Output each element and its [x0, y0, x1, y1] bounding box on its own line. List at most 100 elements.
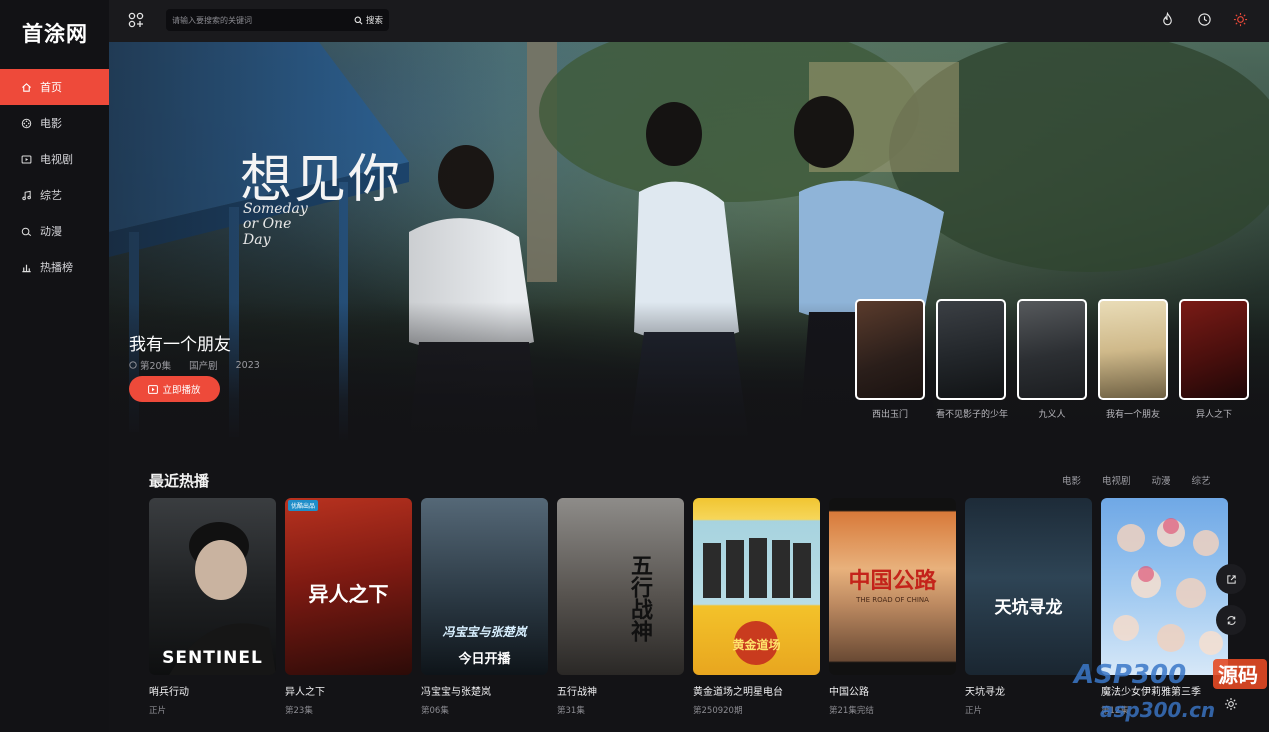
top-bar: 搜索 — [109, 0, 1269, 42]
poster-text: 五行战神 — [627, 554, 653, 642]
hero-thumb-image — [855, 299, 925, 400]
watermark-logo: ASP300 源码 asp300.cn — [1072, 659, 1267, 722]
media-card[interactable]: 优酷出品 异人之下 异人之下 第23集 — [285, 498, 412, 716]
sidebar-item-variety[interactable]: 综艺 — [0, 177, 109, 213]
home-icon — [22, 82, 31, 92]
hero-title-art: 想见你 — [240, 150, 403, 210]
music-note-icon — [22, 190, 31, 200]
sidebar-item-label: 电影 — [40, 117, 62, 130]
hero-thumb-label: 看不见影子的少年 — [936, 410, 1009, 420]
search-icon — [354, 16, 363, 24]
share-button[interactable] — [1216, 564, 1246, 594]
hero-thumb-label: 我有一个朋友 — [1105, 410, 1160, 420]
media-poster: 冯宝宝与张楚岚 今日开播 — [421, 498, 548, 675]
poster-art — [1113, 518, 1223, 655]
poster-text: 黄金道场 — [732, 638, 781, 652]
anime-icon — [21, 227, 32, 236]
play-icon — [148, 384, 159, 394]
media-card[interactable]: 冯宝宝与张楚岚 今日开播 冯宝宝与张楚岚 第06集 — [421, 498, 548, 716]
sidebar-item-anime[interactable]: 动漫 — [0, 213, 109, 249]
media-card-subtitle: 第23集 — [285, 706, 313, 716]
media-card-title: 黄金道场之明星电台 — [693, 687, 783, 698]
hero-category: 国产剧 — [189, 361, 218, 372]
hero-banner[interactable]: 想见你 Someday or One Day 我有一个朋友 第20集 国产剧 2… — [109, 42, 1269, 442]
refresh-button[interactable] — [1216, 605, 1246, 635]
media-poster: 黄金道场 — [693, 498, 820, 675]
sidebar-item-label: 热播榜 — [40, 261, 73, 274]
media-card[interactable]: 五行战神 五行战神 第31集 — [557, 498, 684, 716]
poster-text: 冯宝宝与张楚岚 — [442, 625, 527, 639]
media-poster: 优酷出品 异人之下 — [285, 498, 412, 675]
share-icon — [1226, 574, 1236, 584]
media-card-title: 异人之下 — [285, 687, 325, 698]
search-box: 搜索 — [166, 9, 389, 31]
poster-text-secondary: 今日开播 — [458, 652, 511, 667]
poster-badge: 优酷出品 — [288, 500, 319, 511]
search-button[interactable]: 搜索 — [354, 12, 383, 28]
hero-title[interactable]: 我有一个朋友 — [129, 330, 231, 355]
play-now-button[interactable]: 立即播放 — [129, 376, 220, 402]
section-title: 最近热播 — [149, 472, 210, 490]
svg-text:源码: 源码 — [1218, 663, 1258, 687]
hero-thumb-image — [1017, 299, 1087, 400]
media-poster: 五行战神 — [557, 498, 684, 675]
hero-thumb[interactable]: 异人之下 — [1179, 299, 1249, 420]
section-tab-movie[interactable]: 电影 — [1062, 473, 1081, 487]
search-input[interactable] — [172, 12, 342, 28]
chart-icon — [22, 264, 31, 272]
sidebar-item-label: 电视剧 — [40, 153, 73, 166]
apps-grid-icon[interactable] — [128, 12, 144, 28]
hero-thumbnail-strip: 西出玉门 看不见影子的少年 九义人 我有一个朋友 异人之下 — [855, 299, 1249, 420]
sidebar-item-label: 综艺 — [40, 189, 62, 202]
media-poster: 天坑寻龙 — [965, 498, 1092, 675]
theme-sun-icon[interactable] — [1233, 12, 1248, 27]
sidebar-item-movie[interactable]: 电影 — [0, 105, 109, 141]
media-card[interactable]: 黄金道场 黄金道场之明星电台 第250920期 — [693, 498, 820, 716]
media-poster: 中国公路 THE ROAD OF CHINA — [829, 498, 956, 675]
section-tab-variety[interactable]: 综艺 — [1192, 473, 1211, 487]
hero-thumb[interactable]: 西出玉门 — [855, 299, 925, 420]
hero-year: 2023 — [235, 359, 260, 371]
section-tab-tv[interactable]: 电视剧 — [1102, 473, 1131, 487]
media-card-subtitle: 正片 — [149, 706, 167, 716]
sidebar: 首涂网 首页 电影 电视剧 综艺 动漫 热播榜 — [0, 0, 109, 732]
clock-icon — [129, 361, 137, 369]
svg-text:ASP300: ASP300 — [1072, 660, 1186, 690]
poster-text: 中国公路 — [848, 568, 937, 594]
hero-thumb[interactable]: 我有一个朋友 — [1098, 299, 1168, 420]
poster-text-secondary: THE ROAD OF CHINA — [856, 596, 929, 604]
hero-thumb-image — [1098, 299, 1168, 400]
media-card-title: 五行战神 — [557, 687, 597, 698]
hero-thumb-label: 九义人 — [1038, 410, 1066, 420]
hero-thumb-label: 异人之下 — [1195, 410, 1232, 420]
sidebar-nav: 首页 电影 电视剧 综艺 动漫 热播榜 — [0, 69, 109, 285]
tv-icon — [21, 155, 32, 163]
sidebar-item-label: 首页 — [40, 81, 62, 94]
history-clock-icon[interactable] — [1197, 12, 1212, 27]
sidebar-item-home[interactable]: 首页 — [0, 69, 109, 105]
sidebar-item-ranking[interactable]: 热播榜 — [0, 249, 109, 285]
media-card[interactable]: 中国公路 THE ROAD OF CHINA 中国公路 第21集完结 — [829, 498, 956, 716]
recent-hot-list: SENTINEL 哨兵行动 正片 优酷出品 异人之下 异人之下 第23集 冯宝宝… — [149, 498, 1228, 716]
film-reel-icon — [21, 118, 32, 128]
section-tab-anime[interactable]: 动漫 — [1152, 473, 1171, 487]
hero-thumb[interactable]: 看不见影子的少年 — [936, 299, 1009, 420]
poster-text: 天坑寻龙 — [994, 598, 1063, 618]
fire-icon[interactable] — [1160, 12, 1175, 27]
hero-thumb-label: 西出玉门 — [871, 410, 908, 420]
section-tabs: 电影 电视剧 动漫 综艺 — [1062, 473, 1211, 487]
hero-meta: 第20集 国产剧 2023 — [129, 358, 260, 372]
hero-thumb[interactable]: 九义人 — [1017, 299, 1087, 420]
media-card[interactable]: SENTINEL 哨兵行动 正片 — [149, 498, 276, 716]
play-now-label: 立即播放 — [162, 385, 201, 396]
site-logo[interactable]: 首涂网 — [22, 18, 88, 48]
media-card-title: 冯宝宝与张楚岚 — [421, 687, 491, 698]
hero-thumb-image — [1179, 299, 1249, 400]
app-root: 首涂网 首页 电影 电视剧 综艺 动漫 热播榜 请输入要搜索的关键词 搜索 想见… — [0, 0, 1269, 732]
sidebar-item-label: 动漫 — [40, 225, 62, 238]
sidebar-item-tv[interactable]: 电视剧 — [0, 141, 109, 177]
refresh-icon — [1226, 615, 1236, 625]
media-card-subtitle: 第06集 — [421, 706, 449, 716]
media-card-title: 中国公路 — [829, 687, 869, 698]
media-card-subtitle: 第250920期 — [693, 706, 743, 716]
